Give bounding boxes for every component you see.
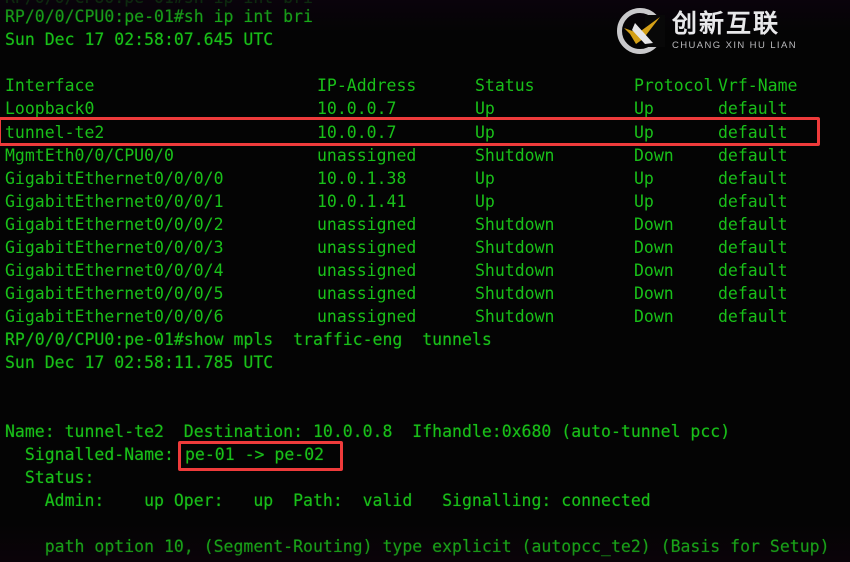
- column-header-ip-address: IP-Address: [317, 76, 417, 95]
- status-detail-line: Admin: up Oper: up Path: valid Signallin…: [5, 491, 651, 510]
- cell-status: Shutdown: [475, 284, 555, 303]
- cell-protocol: Up: [634, 192, 654, 211]
- cell-protocol: Down: [634, 261, 674, 280]
- cell-protocol: Up: [634, 99, 654, 118]
- cell-interface: MgmtEth0/0/CPU0/0: [5, 146, 174, 165]
- brand-logo: 创新互联 CHUANG XIN HU LIAN: [617, 8, 797, 54]
- path-option-line: path option 10, (Segment-Routing) type e…: [5, 537, 830, 556]
- cell-ip-address: unassigned: [317, 261, 417, 280]
- cell-ip-address: 10.0.0.7: [317, 99, 397, 118]
- cell-interface: GigabitEthernet0/0/0/5: [5, 284, 224, 303]
- terminal-screen[interactable]: RP/0/0/CPU0:pe-01#sh ip int bri RP/0/0/C…: [0, 0, 850, 562]
- column-header-vrf-name: Vrf-Name: [718, 76, 798, 95]
- cell-interface: GigabitEthernet0/0/0/6: [5, 307, 224, 326]
- cell-vrf-name: default: [718, 215, 788, 234]
- cell-vrf-name: default: [718, 284, 788, 303]
- cell-status: Shutdown: [475, 261, 555, 280]
- cell-interface: GigabitEthernet0/0/0/1: [5, 192, 224, 211]
- cell-vrf-name: default: [718, 307, 788, 326]
- cell-protocol: Down: [634, 238, 674, 257]
- logo-text-block: 创新互联 CHUANG XIN HU LIAN: [672, 11, 797, 51]
- cell-vrf-name: default: [718, 146, 788, 165]
- terminal-command-line-1: RP/0/0/CPU0:pe-01#sh ip int bri: [5, 7, 313, 26]
- cell-vrf-name: default: [718, 123, 788, 142]
- cell-protocol: Up: [634, 123, 654, 142]
- terminal-timestamp-1: Sun Dec 17 02:58:07.645 UTC: [5, 30, 274, 49]
- logo-swoosh-icon: [624, 17, 660, 44]
- signalled-name-label: Signalled-Name:: [5, 445, 174, 464]
- highlight-box-tunnel-te2-row: [0, 117, 820, 146]
- cell-vrf-name: default: [718, 238, 788, 257]
- cell-interface: GigabitEthernet0/0/0/2: [5, 215, 224, 234]
- cell-interface: GigabitEthernet0/0/0/4: [5, 261, 224, 280]
- cell-protocol: Down: [634, 307, 674, 326]
- cell-protocol: Down: [634, 146, 674, 165]
- logo-chinese-text: 创新互联: [672, 9, 781, 39]
- cell-vrf-name: default: [718, 261, 788, 280]
- cell-status: Shutdown: [475, 238, 555, 257]
- cell-status: Up: [475, 123, 495, 142]
- cell-ip-address: unassigned: [317, 284, 417, 303]
- logo-pinyin-text: CHUANG XIN HU LIAN: [672, 40, 797, 52]
- cell-status: Shutdown: [475, 215, 555, 234]
- column-header-status: Status: [475, 76, 535, 95]
- tunnel-name-line: Name: tunnel-te2 Destination: 10.0.0.8 I…: [5, 422, 731, 441]
- terminal-timestamp-2: Sun Dec 17 02:58:11.785 UTC: [5, 353, 274, 372]
- column-header-protocol: Protocol: [634, 76, 714, 95]
- cell-status: Up: [475, 192, 495, 211]
- cell-ip-address: unassigned: [317, 307, 417, 326]
- cell-vrf-name: default: [718, 169, 788, 188]
- cell-ip-address: unassigned: [317, 215, 417, 234]
- cell-ip-address: 10.0.1.38: [317, 169, 407, 188]
- cell-interface: Loopback0: [5, 99, 95, 118]
- cell-ip-address: unassigned: [317, 238, 417, 257]
- cell-interface: tunnel-te2: [5, 123, 105, 142]
- cell-status: Up: [475, 99, 495, 118]
- terminal-line-clipped-bottom: [5, 558, 343, 562]
- cell-status: Shutdown: [475, 146, 555, 165]
- signalled-name-value: pe-01 -> pe-02: [185, 445, 325, 464]
- cell-interface: GigabitEthernet0/0/0/3: [5, 238, 224, 257]
- logo-mark-icon: [617, 8, 665, 54]
- cell-status: Up: [475, 169, 495, 188]
- cell-protocol: Down: [634, 284, 674, 303]
- cell-ip-address: 10.0.1.41: [317, 192, 407, 211]
- cell-vrf-name: default: [718, 99, 788, 118]
- cell-interface: GigabitEthernet0/0/0/0: [5, 169, 224, 188]
- cell-protocol: Down: [634, 215, 674, 234]
- cell-ip-address: 10.0.0.7: [317, 123, 397, 142]
- cell-ip-address: unassigned: [317, 146, 417, 165]
- column-header-interface: Interface: [5, 76, 95, 95]
- status-label: Status:: [5, 468, 95, 487]
- cell-vrf-name: default: [718, 192, 788, 211]
- cell-status: Shutdown: [475, 307, 555, 326]
- cell-protocol: Up: [634, 169, 654, 188]
- terminal-command-line-2: RP/0/0/CPU0:pe-01#show mpls traffic-eng …: [5, 330, 492, 349]
